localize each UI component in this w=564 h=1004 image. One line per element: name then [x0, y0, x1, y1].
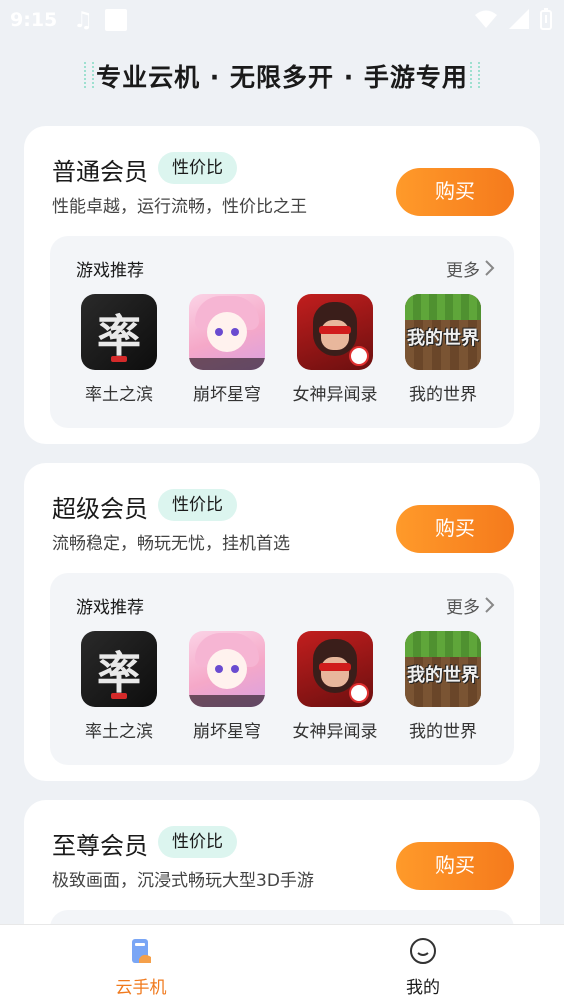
nav-label: 我的 [406, 978, 440, 998]
shuaitu-zhibin-icon[interactable]: 率 [81, 294, 157, 370]
game-name: 女神异闻录 [292, 385, 378, 405]
game-name: 率土之滨 [85, 385, 153, 405]
more-games-link[interactable]: 更多 [446, 256, 480, 281]
games-section-title: 游戏推荐 [76, 598, 144, 618]
plan-badge: 性价比 [158, 152, 237, 184]
game-item[interactable]: 率 率土之滨 [69, 294, 169, 405]
plan-card-super: 超级会员 性价比 流畅稳定，畅玩无忧，挂机首选 购买 游戏推荐 更多 率 率土之… [24, 463, 540, 781]
buy-button[interactable]: 购买 [396, 842, 514, 890]
buy-button[interactable]: 购买 [396, 168, 514, 216]
plan-description: 极致画面，沉浸式畅玩大型3D手游 [52, 871, 314, 891]
game-name: 我的世界 [409, 385, 477, 405]
game-recommendations: 游戏推荐 更多 率 率土之滨 崩坏星穹 女神异闻录 我的世界 我的世界 [50, 573, 514, 765]
nav-label: 云手机 [115, 978, 167, 998]
persona-icon[interactable] [297, 294, 373, 370]
chevron-right-icon[interactable] [482, 258, 496, 278]
plan-title: 超级会员 [52, 495, 148, 523]
game-recommendations: 游戏推荐 更多 率 率土之滨 崩坏星穹 女神异闻录 我的世界 我的世界 [50, 236, 514, 428]
plan-title: 至尊会员 [52, 832, 148, 860]
game-name: 率土之滨 [85, 722, 153, 742]
game-item[interactable]: 我的世界 我的世界 [393, 294, 493, 405]
minecraft-icon[interactable]: 我的世界 [405, 631, 481, 707]
status-icons [474, 8, 552, 30]
plan-description: 流畅稳定，畅玩无忧，挂机首选 [52, 534, 290, 554]
game-item[interactable]: 女神异闻录 [285, 631, 385, 742]
bottom-nav: 云手机 我的 [0, 924, 564, 1004]
minecraft-icon[interactable]: 我的世界 [405, 294, 481, 370]
plan-description: 性能卓越，运行流畅，性价比之王 [52, 197, 307, 217]
game-name: 崩坏星穹 [193, 385, 261, 405]
game-item[interactable]: 崩坏星穹 [177, 294, 277, 405]
buy-button[interactable]: 购买 [396, 505, 514, 553]
game-item[interactable]: 率 率土之滨 [69, 631, 169, 742]
honkai-star-rail-icon[interactable] [189, 294, 265, 370]
plan-card-normal: 普通会员 性价比 性能卓越，运行流畅，性价比之王 购买 游戏推荐 更多 率 率土… [24, 126, 540, 444]
game-name: 女神异闻录 [292, 722, 378, 742]
game-name: 崩坏星穹 [193, 722, 261, 742]
nav-item-cloud-phone[interactable]: 云手机 [0, 925, 282, 1004]
status-time: 9:15 [10, 9, 58, 31]
game-item[interactable]: 女神异闻录 [285, 294, 385, 405]
honkai-star-rail-icon[interactable] [189, 631, 265, 707]
game-item[interactable]: 我的世界 我的世界 [393, 631, 493, 742]
profile-face-icon [410, 938, 436, 964]
chevron-right-icon[interactable] [482, 595, 496, 615]
games-section-title: 游戏推荐 [76, 261, 144, 281]
persona-icon[interactable] [297, 631, 373, 707]
slogan-decoration-right [470, 62, 480, 88]
music-note-icon: ♫ [73, 7, 93, 33]
plan-title: 普通会员 [52, 158, 148, 186]
plan-badge: 性价比 [158, 826, 237, 858]
signal-icon [509, 9, 529, 29]
game-name: 我的世界 [409, 722, 477, 742]
shuaitu-zhibin-icon[interactable]: 率 [81, 631, 157, 707]
status-bar: 9:15 ♫ [0, 0, 564, 40]
nav-item-mine[interactable]: 我的 [282, 925, 564, 1004]
game-item[interactable]: 崩坏星穹 [177, 631, 277, 742]
notification-square-icon [105, 9, 127, 31]
wifi-icon [475, 10, 497, 28]
plan-badge: 性价比 [158, 489, 237, 521]
battery-icon [540, 8, 552, 30]
more-games-link[interactable]: 更多 [446, 593, 480, 618]
cloud-phone-icon [132, 939, 151, 963]
